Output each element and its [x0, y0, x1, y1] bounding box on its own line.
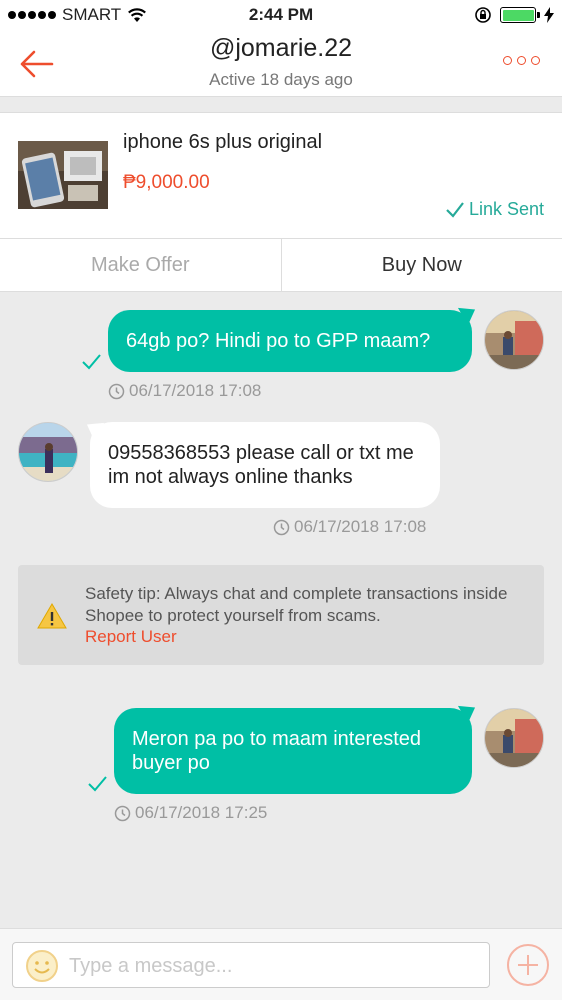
checkmark-icon: [446, 201, 464, 218]
more-options-icon[interactable]: [503, 56, 540, 65]
product-thumbnail: [18, 141, 108, 209]
message-input[interactable]: [69, 947, 479, 985]
message-text: Meron pa po to maam interested buyer po: [132, 728, 422, 774]
product-card[interactable]: iphone 6s plus original ₱9,000.00 Link S…: [0, 112, 562, 292]
buy-now-button[interactable]: Buy Now: [282, 239, 562, 292]
delivered-check-icon: [82, 354, 101, 370]
my-avatar[interactable]: [484, 708, 544, 768]
my-avatar[interactable]: [484, 310, 544, 370]
message-input-box[interactable]: [12, 942, 490, 988]
message-bubble-outgoing[interactable]: 64gb po? Hindi po to GPP maam?: [108, 310, 472, 372]
link-sent-status: Link Sent: [445, 199, 544, 220]
message-timestamp: 06/17/2018 17:25: [114, 803, 267, 823]
chat-username: @jomarie.22: [209, 34, 353, 62]
product-price: ₱9,000.00: [123, 172, 210, 193]
clock-icon: [108, 383, 125, 399]
battery-icon: [500, 7, 540, 23]
active-status: Active 18 days ago: [209, 70, 353, 89]
product-name: iphone 6s plus original: [123, 131, 323, 153]
status-bar: SMART 2:44 PM: [0, 0, 562, 30]
message-text: 09558368553 please call or txt me im not…: [108, 442, 414, 488]
message-composer: [0, 928, 562, 1000]
message-bubble-incoming[interactable]: 09558368553 please call or txt me im not…: [90, 422, 440, 508]
rotation-lock-icon: [475, 7, 491, 23]
timestamp-text: 06/17/2018 17:25: [135, 803, 268, 822]
emoji-icon[interactable]: [25, 949, 59, 983]
chat-header: @jomarie.22 Active 18 days ago: [0, 30, 562, 97]
status-right: [474, 6, 554, 24]
product-actions: Make Offer Buy Now: [0, 238, 562, 292]
message-timestamp: 06/17/2018 17:08: [108, 381, 261, 401]
timestamp-text: 06/17/2018 17:08: [294, 517, 427, 536]
charging-icon: [544, 7, 554, 23]
message-bubble-outgoing[interactable]: Meron pa po to maam interested buyer po: [114, 708, 472, 794]
delivered-check-icon: [88, 776, 107, 792]
contact-avatar[interactable]: [18, 422, 78, 482]
add-attachment-icon[interactable]: [506, 943, 550, 987]
safety-tip-banner: Safety tip: Always chat and complete tra…: [18, 565, 544, 665]
warning-icon: [37, 603, 67, 629]
make-offer-button[interactable]: Make Offer: [0, 239, 282, 292]
link-sent-label: Link Sent: [468, 199, 544, 219]
message-text: 64gb po? Hindi po to GPP maam?: [126, 330, 431, 352]
safety-tip-text: Safety tip: Always chat and complete tra…: [85, 584, 508, 625]
message-timestamp: 06/17/2018 17:08: [273, 517, 426, 537]
report-user-link[interactable]: Report User: [85, 627, 177, 647]
timestamp-text: 06/17/2018 17:08: [129, 381, 262, 400]
clock-icon: [114, 805, 131, 821]
clock-icon: [273, 519, 290, 535]
